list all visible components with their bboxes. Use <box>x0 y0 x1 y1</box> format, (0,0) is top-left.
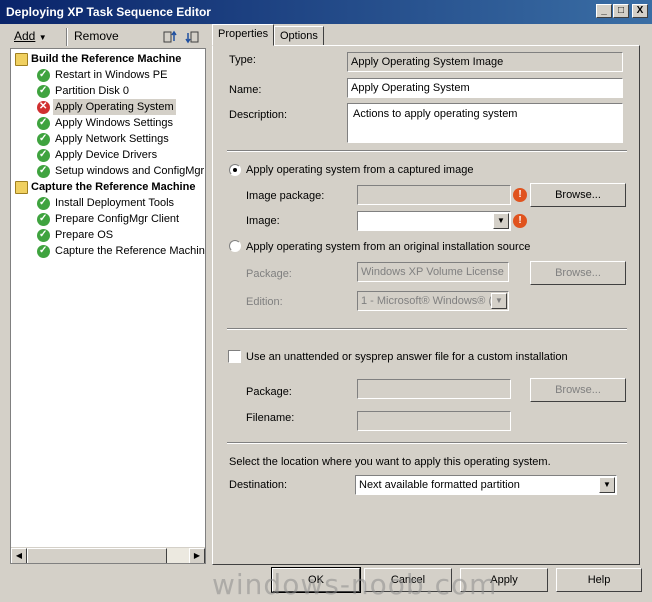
tree-item-label: Prepare ConfigMgr Client <box>55 213 180 225</box>
tab-options[interactable]: Options <box>274 26 324 46</box>
package-field: Windows XP Volume License <box>357 262 509 282</box>
unattend-package-label: Package: <box>246 386 292 398</box>
dropdown-arrow-icon[interactable]: ▼ <box>491 293 507 309</box>
title-bar: Deploying XP Task Sequence Editor _ □ X <box>0 0 652 24</box>
success-check-icon <box>37 67 50 83</box>
error-x-icon <box>37 99 50 115</box>
destination-select[interactable]: Next available formatted partition ▼ <box>355 475 617 495</box>
success-check-icon <box>37 243 50 259</box>
description-textarea[interactable]: Actions to apply operating system <box>347 103 623 143</box>
tab-properties[interactable]: Properties <box>212 24 274 46</box>
tree-item-label: Capture the Reference Machine <box>55 245 206 257</box>
toolbar-separator <box>66 28 68 46</box>
location-instruction: Select the location where you want to ap… <box>229 456 551 468</box>
tree-item-label: Install Deployment Tools <box>55 197 175 209</box>
move-down-icon[interactable] <box>184 29 200 45</box>
package-browse-button[interactable]: Browse... <box>530 261 626 285</box>
divider <box>227 442 627 444</box>
editor-toolbar: Add ▼ Remove <box>10 26 206 48</box>
success-check-icon <box>37 211 50 227</box>
name-input[interactable]: Apply Operating System <box>347 78 623 98</box>
image-label: Image: <box>246 215 280 227</box>
destination-select-value: Next available formatted partition <box>359 479 520 491</box>
dropdown-arrow-icon[interactable]: ▼ <box>599 477 615 493</box>
tree-item-label: Apply Device Drivers <box>55 149 158 161</box>
tree-item-label: Apply Windows Settings <box>55 117 173 129</box>
type-label: Type: <box>229 54 256 66</box>
destination-label: Destination: <box>229 479 288 491</box>
tree-item-label: Prepare OS <box>55 229 114 241</box>
tree-group-label: Capture the Reference Machine <box>31 181 196 193</box>
unattend-browse-button[interactable]: Browse... <box>530 378 626 402</box>
edition-label: Edition: <box>246 296 283 308</box>
divider <box>227 328 627 330</box>
properties-panel: Type: Apply Operating System Image Name:… <box>212 45 640 565</box>
image-select[interactable]: ▼ <box>357 211 511 231</box>
folder-icon <box>15 181 28 194</box>
success-check-icon <box>37 131 50 147</box>
unattend-checkbox[interactable] <box>228 350 241 363</box>
unattend-package-field <box>357 379 511 399</box>
add-menu[interactable]: Add ▼ <box>14 29 47 43</box>
dropdown-arrow-icon[interactable]: ▼ <box>493 213 509 229</box>
divider <box>227 150 627 152</box>
filename-field <box>357 411 511 431</box>
warning-icon: ! <box>513 214 527 228</box>
scroll-left-arrow-icon[interactable]: ◀ <box>11 548 27 563</box>
window-title: Deploying XP Task Sequence Editor <box>6 5 211 19</box>
edition-select-value: 1 - Microsoft® Windows® ( <box>361 295 493 307</box>
image-package-browse-button[interactable]: Browse... <box>530 183 626 207</box>
type-field: Apply Operating System Image <box>347 52 623 72</box>
name-label: Name: <box>229 84 262 96</box>
success-check-icon <box>37 115 50 131</box>
success-check-icon <box>37 163 50 179</box>
move-up-icon[interactable] <box>162 29 178 45</box>
success-check-icon <box>37 147 50 163</box>
image-package-field <box>357 185 511 205</box>
close-button[interactable]: X <box>632 4 648 18</box>
original-source-radio-label: Apply operating system from an original … <box>246 241 531 253</box>
image-package-label: Image package: <box>246 190 325 202</box>
add-menu-label: Add <box>14 29 36 43</box>
task-sequence-tree[interactable]: Build the Reference Machine Restart in W… <box>10 48 206 564</box>
success-check-icon <box>37 195 50 211</box>
original-source-radio[interactable] <box>229 240 241 252</box>
tree-item-label: Partition Disk 0 <box>55 85 129 97</box>
tree-group-label: Build the Reference Machine <box>31 53 182 65</box>
tree-item-label: Apply Network Settings <box>55 133 169 145</box>
unattend-checkbox-label: Use an unattended or sysprep answer file… <box>246 351 568 363</box>
watermark: windows-noob.com <box>212 568 498 601</box>
warning-icon: ! <box>513 188 527 202</box>
scroll-right-arrow-icon[interactable]: ▶ <box>189 548 205 563</box>
captured-image-radio[interactable] <box>229 164 241 176</box>
scrollbar-thumb[interactable] <box>27 548 167 563</box>
success-check-icon <box>37 227 50 243</box>
remove-button[interactable]: Remove <box>74 29 119 43</box>
tree-item-label: Setup windows and ConfigMgr <box>55 165 205 177</box>
captured-image-radio-label: Apply operating system from a captured i… <box>246 164 474 176</box>
tree-item-label: Restart in Windows PE <box>55 69 168 81</box>
tree-item-label: Apply Operating System <box>53 99 176 115</box>
description-label: Description: <box>229 109 288 121</box>
maximize-button[interactable]: □ <box>613 4 629 18</box>
help-button[interactable]: Help <box>556 568 642 592</box>
minimize-button[interactable]: _ <box>596 4 612 18</box>
filename-label: Filename: <box>246 412 295 424</box>
chevron-down-icon: ▼ <box>38 33 47 42</box>
success-check-icon <box>37 83 50 99</box>
tree-horizontal-scrollbar[interactable]: ◀ ▶ <box>11 547 205 563</box>
folder-icon <box>15 53 28 66</box>
edition-select[interactable]: 1 - Microsoft® Windows® ( ▼ <box>357 291 509 311</box>
package-label: Package: <box>246 268 292 280</box>
